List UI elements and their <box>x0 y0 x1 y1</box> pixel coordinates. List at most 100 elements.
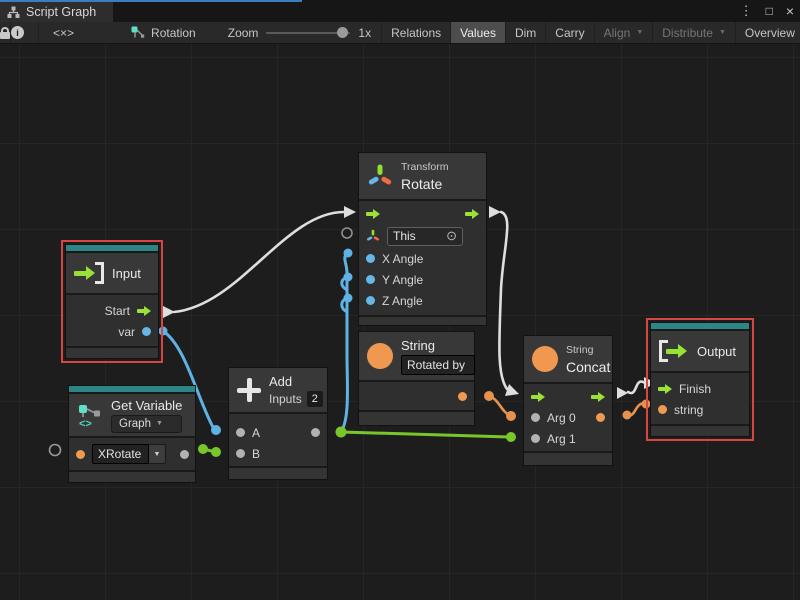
port-row-this[interactable]: This ⊙ <box>359 224 486 248</box>
port-label: Finish <box>679 382 711 396</box>
port-row-start[interactable]: Start <box>66 300 158 321</box>
value-out-port[interactable] <box>180 450 189 459</box>
carry-button[interactable]: Carry <box>545 22 593 43</box>
wire-endpoint <box>344 273 353 282</box>
flow-out-port[interactable] <box>591 392 605 402</box>
graph-canvas[interactable]: Input Start var <> <box>0 44 800 600</box>
variable-name-field[interactable]: XRotate <box>92 444 149 464</box>
value-in-port[interactable] <box>366 296 375 305</box>
unconnected-port-ring[interactable] <box>50 445 61 456</box>
inspect-button[interactable]: i <box>10 22 24 43</box>
flow-row[interactable] <box>524 386 612 407</box>
distribute-dropdown[interactable]: Distribute▼ <box>652 22 735 43</box>
this-target-field[interactable]: This ⊙ <box>387 227 463 246</box>
object-picker-icon[interactable]: ⊙ <box>446 228 457 244</box>
port-row-value[interactable] <box>359 382 474 410</box>
overview-button[interactable]: Overview <box>735 22 800 43</box>
flow-in-port[interactable] <box>531 392 545 402</box>
port-row-var[interactable]: var <box>66 321 158 342</box>
value-in-port[interactable] <box>531 434 540 443</box>
values-button[interactable]: Values <box>450 22 505 43</box>
port-row-z-angle[interactable]: Z Angle <box>359 290 486 311</box>
chevron-down-icon: ▼ <box>156 420 163 427</box>
wire-start-arrow <box>489 206 501 218</box>
inputs-count-field[interactable]: 2 <box>307 391 323 407</box>
node-accent-strip <box>69 386 195 392</box>
wire-add-sum-to-concat-arg1[interactable] <box>341 432 511 437</box>
window-menu-icon[interactable]: ⋮ <box>740 3 753 19</box>
node-title: Concat <box>566 359 610 375</box>
flow-in-port[interactable] <box>366 209 380 219</box>
unconnected-port-ring[interactable] <box>342 228 352 238</box>
flow-row[interactable] <box>359 203 486 224</box>
node-string-literal[interactable]: String Rotated by <box>358 331 475 426</box>
node-input[interactable]: Input Start var <box>65 244 159 359</box>
zoom-label: Zoom <box>228 26 259 40</box>
transform-mini-icon <box>366 229 380 243</box>
window-close-icon[interactable]: × <box>786 3 794 19</box>
node-footer <box>359 317 486 325</box>
lock-button[interactable] <box>0 22 10 43</box>
value-in-port[interactable] <box>76 450 85 459</box>
flow-out-port[interactable] <box>137 306 151 316</box>
port-row-finish[interactable]: Finish <box>651 378 749 399</box>
graph-breadcrumb[interactable]: Rotation <box>120 22 206 43</box>
value-out-port[interactable] <box>142 327 151 336</box>
node-accent-strip <box>66 245 158 251</box>
node-footer <box>229 468 327 479</box>
port-row-string[interactable]: string <box>651 399 749 420</box>
node-output[interactable]: Output Finish string <box>650 322 750 437</box>
wire-rotate-exit-to-concat-enter[interactable] <box>499 212 507 389</box>
node-rotate[interactable]: Transform Rotate This ⊙ <box>358 152 487 326</box>
value-in-port[interactable] <box>366 254 375 263</box>
value-out-port[interactable] <box>311 428 320 437</box>
port-row-y-angle[interactable]: Y Angle <box>359 269 486 290</box>
align-dropdown[interactable]: Align▼ <box>594 22 653 43</box>
tab-script-graph[interactable]: Script Graph <box>0 2 113 22</box>
string-value-field[interactable]: Rotated by <box>401 355 475 375</box>
port-row-variable[interactable]: XRotate ▼ <box>69 444 195 464</box>
value-in-port[interactable] <box>236 449 245 458</box>
value-out-port[interactable] <box>596 413 605 422</box>
value-in-port[interactable] <box>531 413 540 422</box>
node-footer <box>359 412 474 425</box>
input-unit-icon <box>74 262 104 284</box>
node-accent-strip <box>651 323 749 329</box>
node-get-variable[interactable]: <> Get Variable Graph ▼ XRotate ▼ <box>68 385 196 483</box>
chevron-down-icon: ▼ <box>154 451 161 458</box>
node-add[interactable]: Add Inputs 2 A B <box>228 367 328 480</box>
port-row-x-angle[interactable]: X Angle <box>359 248 486 269</box>
zoom-slider-knob[interactable] <box>337 27 348 38</box>
port-label: string <box>674 403 703 417</box>
get-variable-icon: <> <box>77 402 103 428</box>
node-category: Transform <box>401 161 448 174</box>
flow-in-port[interactable] <box>658 384 672 394</box>
tab-title: Script Graph <box>26 5 96 19</box>
code-preview-button[interactable]: <×> <box>38 22 88 43</box>
value-in-port[interactable] <box>658 405 667 414</box>
window-maximize-icon[interactable]: □ <box>766 4 773 18</box>
port-label: Start <box>105 304 130 318</box>
wire-input-start-to-rotate-enter[interactable] <box>174 212 344 312</box>
wire-endpoint <box>198 444 208 454</box>
port-row-a[interactable]: A <box>229 422 327 443</box>
wire-start-arrow <box>163 306 175 318</box>
wire-concat-exit-to-output-finish[interactable] <box>628 382 645 393</box>
relations-button[interactable]: Relations <box>381 22 450 43</box>
node-title: Get Variable <box>111 398 182 413</box>
variable-name-dropdown[interactable]: ▼ <box>149 444 166 464</box>
value-in-port[interactable] <box>236 428 245 437</box>
value-in-port[interactable] <box>366 275 375 284</box>
variable-scope-dropdown[interactable]: Graph ▼ <box>111 415 182 433</box>
node-concat[interactable]: String Concat Arg 0 Arg 1 <box>523 335 613 466</box>
flow-out-port[interactable] <box>465 209 479 219</box>
zoom-slider[interactable] <box>266 32 350 34</box>
graph-unit-icon <box>130 25 145 40</box>
dim-button[interactable]: Dim <box>505 22 545 43</box>
info-icon: i <box>11 26 24 39</box>
port-row-arg1[interactable]: Arg 1 <box>524 428 612 449</box>
value-out-port[interactable] <box>458 392 467 401</box>
string-type-icon <box>532 346 558 372</box>
port-row-b[interactable]: B <box>229 443 327 464</box>
port-row-arg0[interactable]: Arg 0 <box>524 407 612 428</box>
